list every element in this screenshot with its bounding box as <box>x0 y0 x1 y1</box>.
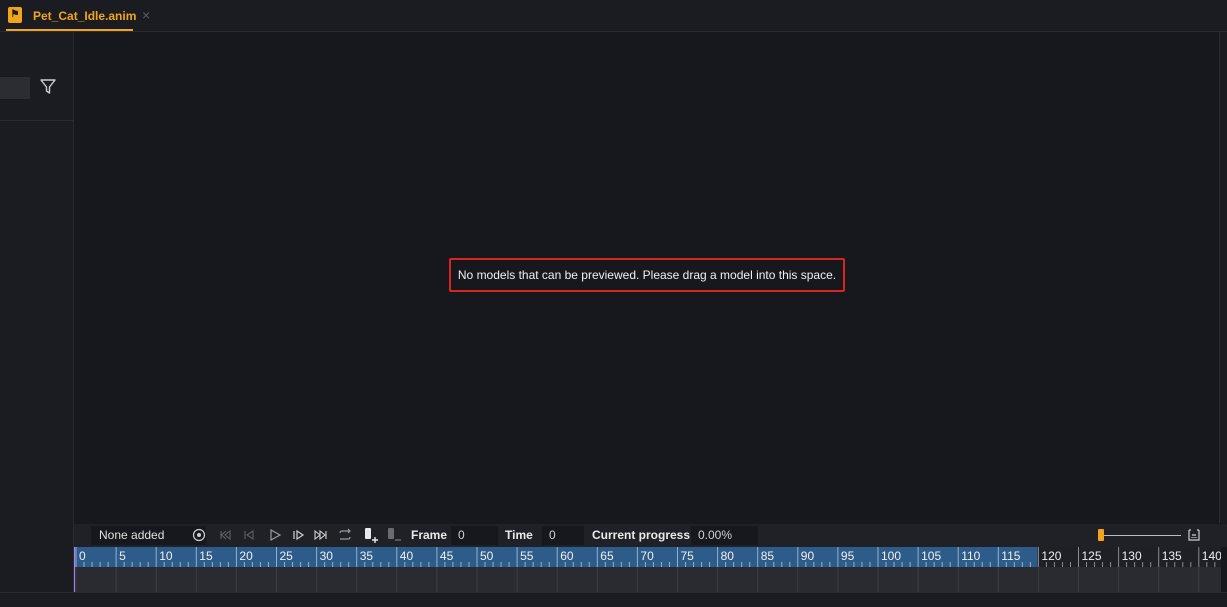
ruler-tick-label: 20 <box>239 549 253 563</box>
time-input[interactable]: 0 <box>542 526 584 545</box>
frame-input[interactable]: 0 <box>451 526 498 545</box>
ruler-tick-label: 100 <box>881 549 901 563</box>
scrollbar[interactable] <box>1219 32 1227 523</box>
ruler-tick-label: 120 <box>1041 549 1061 563</box>
step-back-icon[interactable] <box>241 527 257 543</box>
step-forward-icon[interactable] <box>290 527 306 543</box>
ruler-tick-label: 90 <box>801 549 815 563</box>
ruler-tick-label: 80 <box>721 549 735 563</box>
tab-bar: ⚑ Pet_Cat_Idle.anim × <box>0 0 1227 32</box>
left-panel <box>0 32 74 606</box>
close-icon[interactable]: × <box>142 7 150 23</box>
zoom-slider[interactable] <box>1103 535 1181 536</box>
ruler-tick-label: 85 <box>761 549 775 563</box>
ruler-tick-label: 60 <box>560 549 574 563</box>
ruler-tick-label: 75 <box>681 549 695 563</box>
ruler-tick-label: 25 <box>280 549 294 563</box>
frame-label: Frame <box>411 528 448 542</box>
skip-to-start-icon[interactable] <box>218 527 234 543</box>
skip-to-end-icon[interactable] <box>313 527 329 543</box>
model-select[interactable]: None added <box>91 526 206 545</box>
loop-icon[interactable] <box>337 527 353 543</box>
ruler-tick-label: 110 <box>961 549 980 563</box>
target-icon[interactable] <box>191 527 207 543</box>
zoom-slider-thumb[interactable] <box>1098 529 1104 541</box>
time-label: Time <box>505 528 533 542</box>
ruler-tick-label: 5 <box>119 549 126 563</box>
ruler-tick-label: 30 <box>320 549 334 563</box>
divider <box>0 120 73 121</box>
ruler-tick-label: 50 <box>480 549 494 563</box>
ruler-tick-label: 40 <box>400 549 414 563</box>
progress-label: Current progress <box>592 528 691 542</box>
ruler-canvas: 0 5 10 15 20 25 30 35 40 45 50 55 60 65 70 75 80 85 90 95 10… <box>74 547 1221 567</box>
filter-icon[interactable] <box>38 77 58 97</box>
ruler-tick-label: 35 <box>360 549 374 563</box>
tab-label: Pet_Cat_Idle.anim <box>33 9 137 23</box>
ruler-tick-label: 45 <box>440 549 454 563</box>
ruler-tick-label: 65 <box>600 549 614 563</box>
ruler-tick-label: 130 <box>1122 549 1142 563</box>
search-input[interactable] <box>0 77 30 99</box>
playback-toolbar: None added Frame 0 Time 0 Current progre… <box>74 524 1227 547</box>
tab-pet-cat-idle[interactable]: ⚑ Pet_Cat_Idle.anim <box>0 0 137 31</box>
status-bar <box>0 592 1227 607</box>
ruler-tick-label: 0 <box>79 549 86 563</box>
play-icon[interactable] <box>267 527 283 543</box>
ruler-tick-label: 140 <box>1202 549 1221 563</box>
ruler-tick-label: 135 <box>1162 549 1182 563</box>
progress-value: 0.00% <box>691 526 758 545</box>
tracks-grid <box>75 567 1200 592</box>
active-tab-indicator <box>6 29 133 31</box>
timeline-ruler[interactable]: 0 5 10 15 20 25 30 35 40 45 50 55 60 65 70 75 80 85 90 95 10… <box>74 547 1221 567</box>
playhead[interactable] <box>74 547 75 592</box>
ruler-tick-label: 55 <box>520 549 534 563</box>
animation-file-icon: ⚑ <box>8 7 22 23</box>
ruler-tick-label: 125 <box>1082 549 1102 563</box>
fit-timeline-icon[interactable] <box>1186 527 1202 543</box>
ruler-tick-label: 115 <box>1001 549 1020 563</box>
add-keyframe-icon[interactable] <box>363 527 379 543</box>
ruler-tick-label: 70 <box>640 549 654 563</box>
ruler-tick-label: 15 <box>199 549 213 563</box>
no-model-message: No models that can be previewed. Please … <box>449 258 845 292</box>
ruler-tick-label: 95 <box>841 549 855 563</box>
ruler-tick-label: 10 <box>159 549 173 563</box>
timeline-tracks[interactable] <box>74 567 1221 592</box>
remove-keyframe-icon[interactable] <box>386 527 402 543</box>
ruler-tick-label: 105 <box>921 549 941 563</box>
